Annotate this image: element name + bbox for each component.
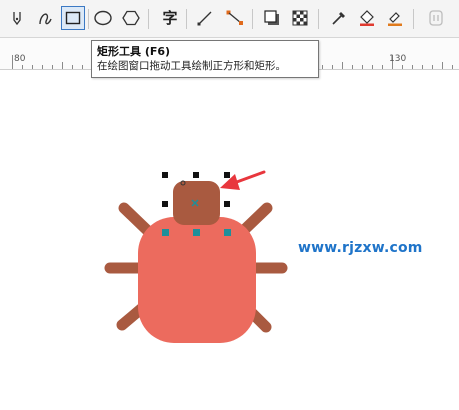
ruler-tick: [432, 65, 433, 69]
ruler-tick: [322, 65, 323, 69]
freehand-tool-icon: [39, 13, 52, 25]
ruler-tick: [452, 65, 453, 69]
freehand-tool-button[interactable]: [33, 6, 57, 30]
toolbox: 字: [0, 0, 459, 38]
ellipse-tool-button[interactable]: [91, 6, 115, 30]
ruler-tick: [42, 65, 43, 69]
line-tool-icon: [197, 11, 212, 26]
ruler-tick: [382, 65, 383, 69]
toolbar-separator: [252, 9, 253, 29]
polygon-tool-icon: [122, 10, 140, 26]
ruler-tick: [52, 65, 53, 69]
ruler-tick: [12, 55, 13, 69]
selection-handle[interactable]: [162, 172, 168, 178]
drawing-canvas[interactable]: www.rjzxw.com: [0, 71, 459, 410]
ruler-tick: [362, 65, 363, 69]
ruler-tick: [422, 65, 423, 69]
watermark-text: www.rjzxw.com: [298, 240, 423, 256]
ellipse-tool-icon: [94, 10, 112, 26]
transparency-tool-button[interactable]: [288, 6, 312, 30]
bug-head[interactable]: [173, 181, 220, 225]
text-tool-icon: 字: [162, 8, 178, 27]
fill-tool-icon: [360, 10, 374, 26]
node-marker: [162, 229, 169, 236]
toolbar-separator: [88, 9, 89, 29]
connector-tool-icon: [226, 10, 243, 25]
fill-tool-button[interactable]: [355, 6, 379, 30]
toolbar-separator: [186, 9, 187, 29]
tooltip-description: 在绘图窗口拖动工具绘制正方形和矩形。: [97, 60, 286, 72]
ruler-label: 80: [14, 54, 26, 64]
tool-tooltip: 矩形工具 (F6) 在绘图窗口拖动工具绘制正方形和矩形。: [91, 40, 319, 78]
disabled-tool-icon: [429, 10, 443, 26]
pen-tool-button[interactable]: [5, 6, 29, 30]
ruler-tick: [332, 65, 333, 69]
polygon-tool-button[interactable]: [119, 6, 143, 30]
toolbar-separator: [148, 9, 149, 29]
selection-handle[interactable]: [193, 172, 199, 178]
toolbar-separator: [318, 9, 319, 29]
drop-shadow-tool-button[interactable]: [260, 6, 284, 30]
ruler-tick: [72, 65, 73, 69]
toolbar-separator: [413, 9, 414, 29]
transparency-tool-icon: [292, 10, 308, 26]
ruler-tick: [352, 65, 353, 69]
smart-fill-tool-button[interactable]: [383, 6, 407, 30]
drop-shadow-tool-icon: [264, 10, 279, 25]
rectangle-tool-icon: [65, 11, 81, 25]
selection-handle[interactable]: [224, 201, 230, 207]
ruler-tick: [402, 65, 403, 69]
connector-tool-button[interactable]: [223, 6, 247, 30]
selection-handle[interactable]: [224, 172, 230, 178]
ruler-tick: [442, 62, 443, 69]
ruler-label: 130: [389, 54, 407, 64]
ruler-tick: [82, 65, 83, 69]
ruler-tick: [22, 65, 23, 69]
smart-fill-tool-icon: [388, 12, 402, 26]
tooltip-title: 矩形工具 (F6): [97, 45, 171, 58]
disabled-tool-button: [424, 6, 448, 30]
eyedropper-tool-icon: [332, 12, 345, 25]
text-tool-button[interactable]: 字: [158, 6, 182, 30]
ruler-tick: [372, 65, 373, 69]
ruler-tick: [412, 65, 413, 69]
rectangle-tool-button[interactable]: [61, 6, 85, 30]
node-marker: [193, 229, 200, 236]
ruler-tick: [62, 62, 63, 69]
selection-handle[interactable]: [162, 201, 168, 207]
node-marker: [224, 229, 231, 236]
ruler-tick: [32, 65, 33, 69]
ruler-tick: [342, 62, 343, 69]
eyedropper-tool-button[interactable]: [327, 6, 351, 30]
line-tool-button[interactable]: [193, 6, 217, 30]
bug-leg: [118, 202, 156, 239]
pen-tool-icon: [13, 12, 21, 26]
